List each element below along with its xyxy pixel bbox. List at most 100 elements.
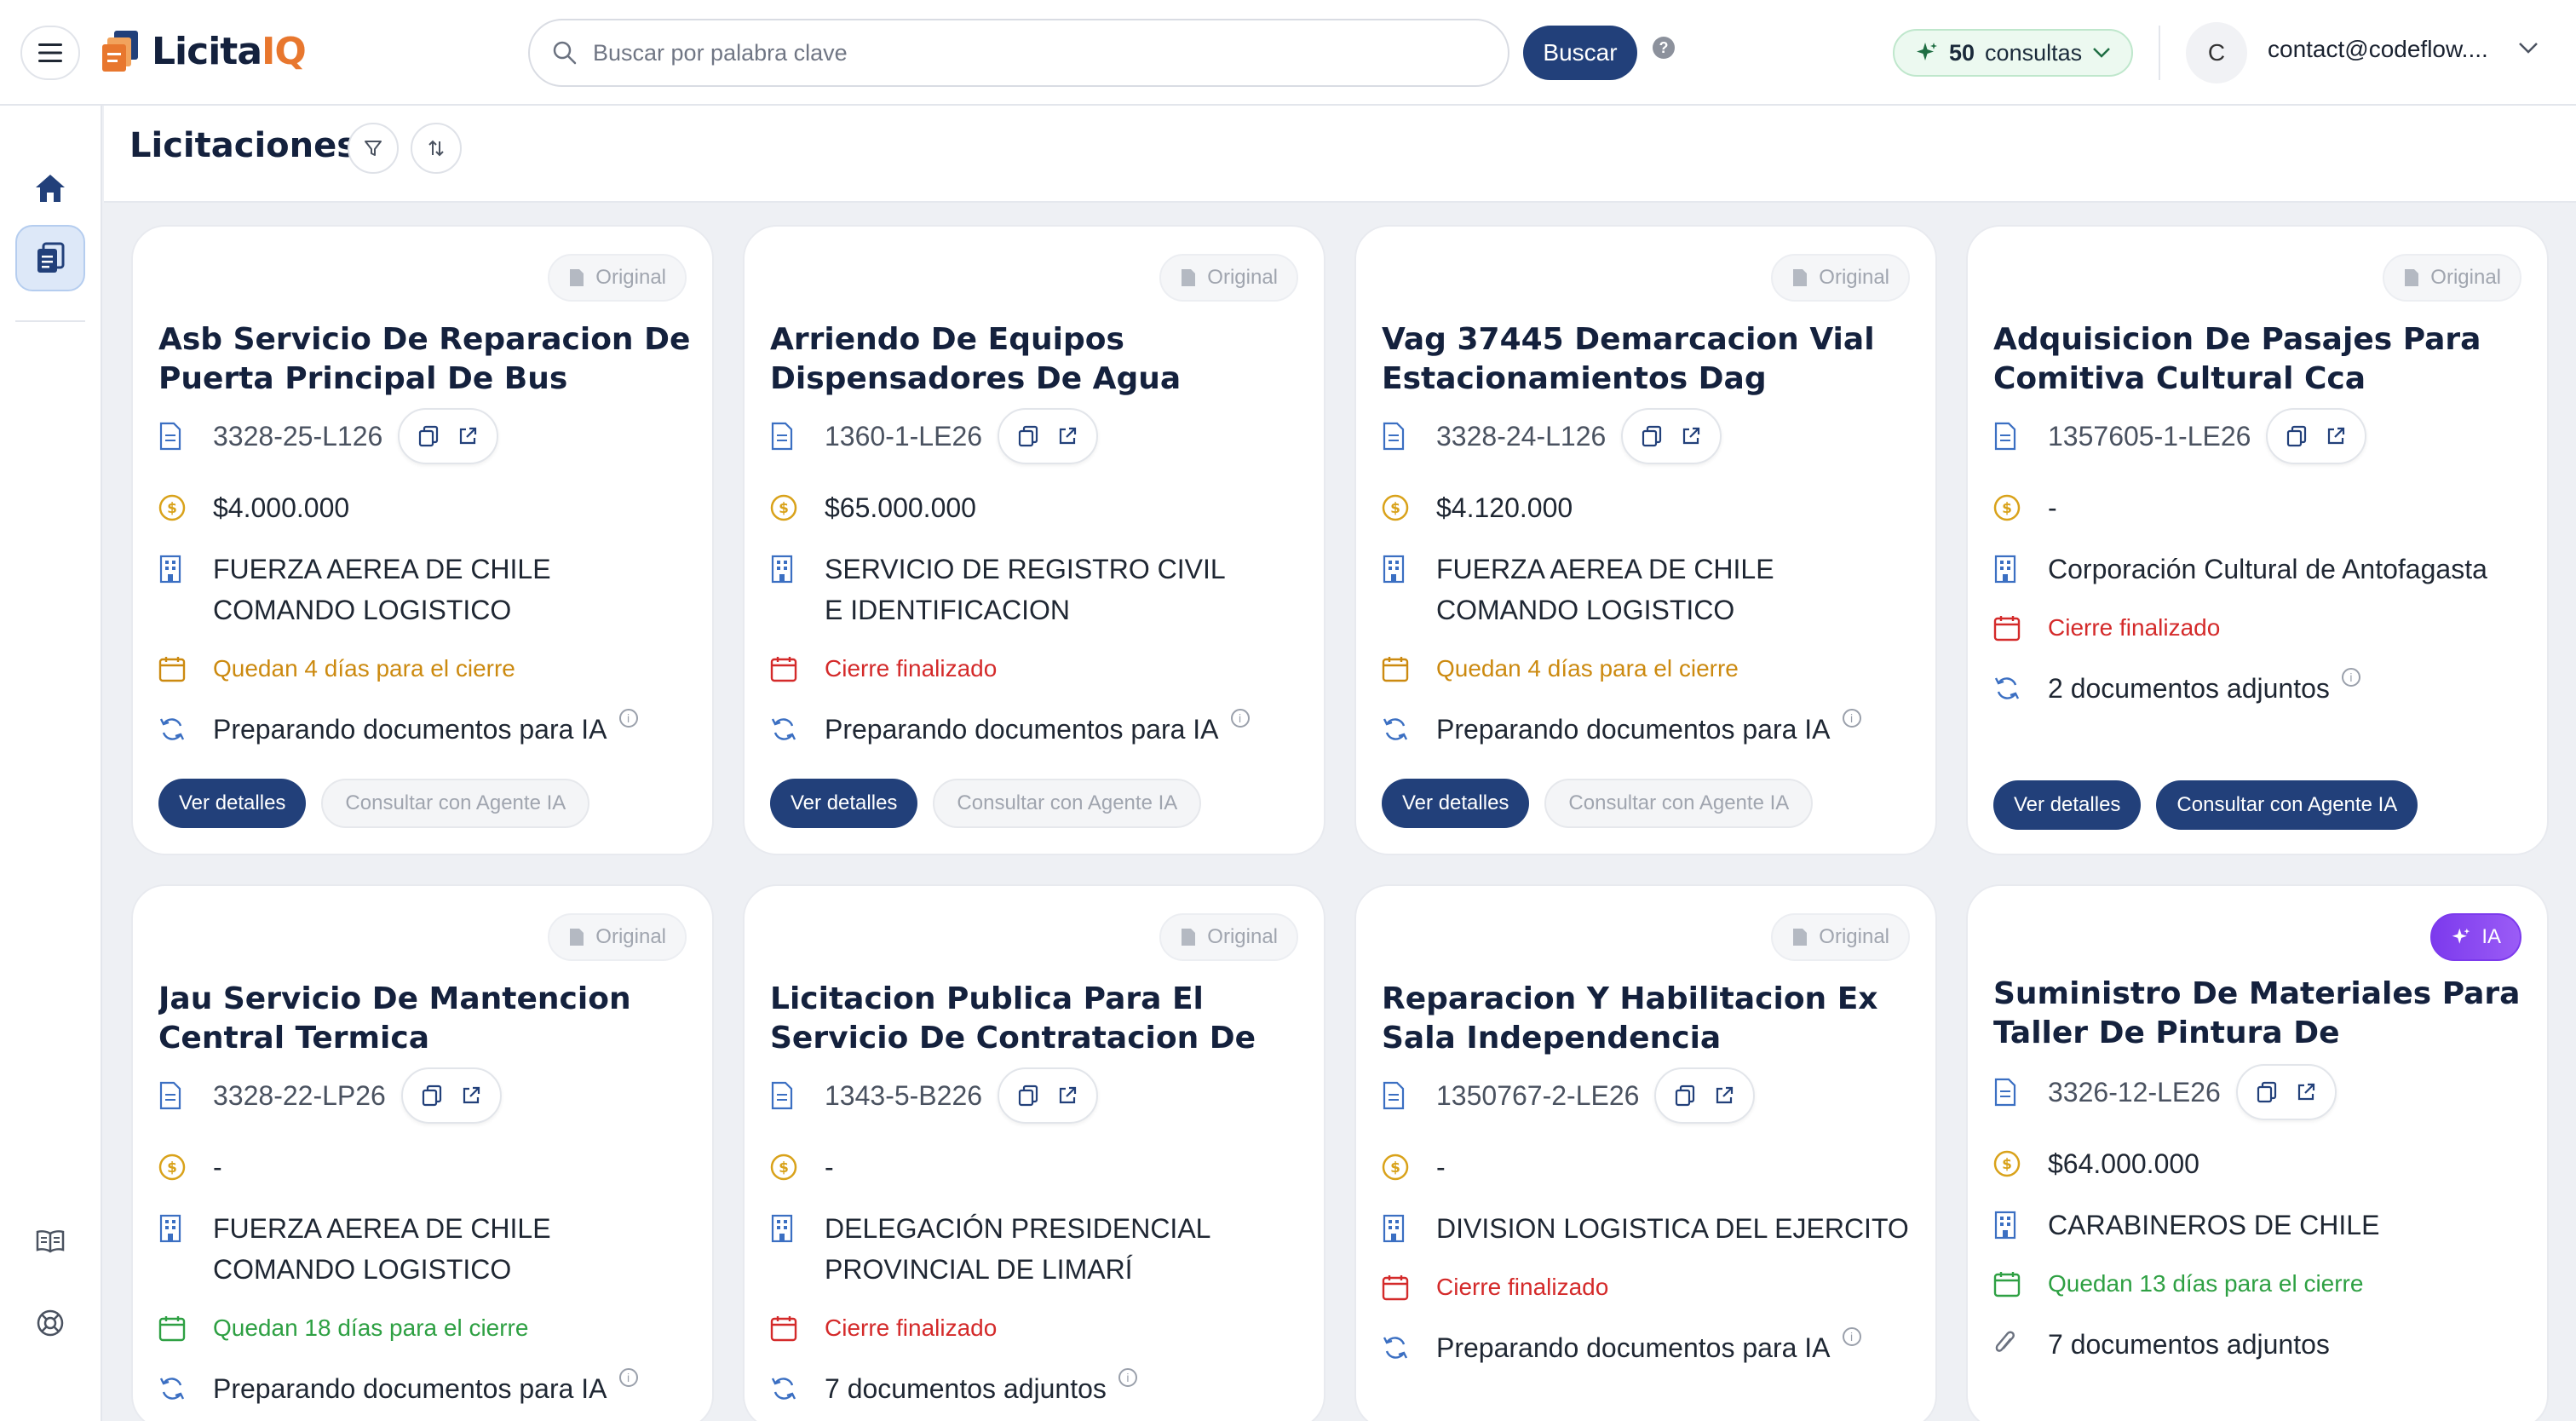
consult-agent-button[interactable]: Consultar con Agente IA bbox=[933, 779, 1202, 828]
tender-docs-status: Preparando documentos para IA bbox=[825, 714, 1219, 745]
tender-deadline: Quedan 4 días para el cierre bbox=[213, 655, 515, 682]
tender-title[interactable]: Jau Servicio De Mantencion Central Termi… bbox=[158, 980, 695, 1058]
consult-agent-button[interactable]: Consultar con Agente IA bbox=[1544, 779, 1814, 828]
tender-title[interactable]: Asb Servicio De Reparacion De Puerta Pri… bbox=[158, 320, 695, 399]
filter-button[interactable] bbox=[348, 123, 399, 174]
chevron-down-icon[interactable] bbox=[2518, 41, 2539, 55]
consult-agent-button[interactable]: Consultar con Agente IA bbox=[2156, 780, 2418, 830]
amount-row: $ $4.120.000 bbox=[1382, 487, 1573, 528]
tender-title[interactable]: Adquisicion De Pasajes Para Comitiva Cul… bbox=[1993, 320, 2530, 399]
tender-title[interactable]: Arriendo De Equipos Dispensadores De Agu… bbox=[770, 320, 1307, 399]
docs-row: Preparando documentos para IA i bbox=[158, 709, 638, 750]
user-email[interactable]: contact@codeflow.... bbox=[2268, 36, 2488, 63]
info-icon[interactable]: i bbox=[1230, 709, 1250, 728]
document-icon bbox=[1793, 929, 1808, 946]
info-icon[interactable]: i bbox=[1842, 1327, 1861, 1346]
tender-org: FUERZA AEREA DE CHILE COMANDO LOGISTICO bbox=[213, 554, 551, 625]
view-details-button[interactable]: Ver detalles bbox=[158, 779, 307, 828]
search-button[interactable]: Buscar bbox=[1523, 26, 1637, 80]
amount-row: $ - bbox=[1382, 1147, 1446, 1188]
copy-icon[interactable] bbox=[2286, 425, 2307, 447]
amount-row: $ - bbox=[158, 1147, 222, 1188]
card-actions: Ver detalles Consultar con Agente IA bbox=[1382, 779, 1814, 828]
deadline-row: Quedan 13 días para el cierre bbox=[1993, 1266, 2363, 1302]
tender-card[interactable]: Original Vag 37445 Demarcacion Vial Esta… bbox=[1354, 225, 1937, 855]
external-link-icon[interactable] bbox=[1057, 426, 1078, 446]
sort-button[interactable] bbox=[411, 123, 462, 174]
external-link-icon[interactable] bbox=[2326, 426, 2346, 446]
search-input[interactable] bbox=[593, 39, 1445, 66]
tender-card[interactable]: IA Suministro De Materiales Para Taller … bbox=[1966, 884, 2549, 1421]
building-icon bbox=[1383, 1214, 1405, 1243]
tender-docs-status: 2 documentos adjuntos bbox=[2048, 673, 2330, 704]
info-icon[interactable]: i bbox=[2341, 668, 2360, 687]
tender-title[interactable]: Suministro De Materiales Para Taller De … bbox=[1993, 975, 2530, 1053]
external-link-icon[interactable] bbox=[461, 1085, 481, 1106]
org-row: FUERZA AEREA DE CHILE COMANDO LOGISTICO bbox=[158, 1208, 635, 1290]
copy-icon[interactable] bbox=[2257, 1081, 2277, 1103]
copy-icon[interactable] bbox=[1642, 425, 1662, 447]
copy-icon[interactable] bbox=[1018, 425, 1038, 447]
tender-id-row: 1357605-1-LE26 bbox=[1993, 408, 2367, 464]
copy-icon[interactable] bbox=[418, 425, 439, 447]
external-link-icon[interactable] bbox=[2296, 1082, 2316, 1102]
copy-icon[interactable] bbox=[1018, 1084, 1038, 1107]
document-icon bbox=[771, 1081, 793, 1110]
view-details-button[interactable]: Ver detalles bbox=[770, 779, 918, 828]
help-icon[interactable]: ? bbox=[1653, 37, 1675, 59]
header-divider bbox=[2159, 26, 2160, 80]
sidebar-item-docs[interactable] bbox=[15, 1208, 85, 1274]
info-icon[interactable]: i bbox=[618, 1368, 638, 1387]
view-details-button[interactable]: Ver detalles bbox=[1382, 779, 1530, 828]
page-title: Licitaciones bbox=[129, 126, 358, 165]
tender-card[interactable]: Original Licitacion Publica Para El Serv… bbox=[743, 884, 1325, 1421]
docs-row: Preparando documentos para IA i bbox=[1382, 709, 1861, 750]
dollar-icon: $ bbox=[158, 494, 186, 521]
tender-deadline: Quedan 13 días para el cierre bbox=[2048, 1270, 2364, 1297]
info-icon[interactable]: i bbox=[1842, 709, 1861, 728]
refresh-icon bbox=[1994, 677, 2020, 699]
copy-icon[interactable] bbox=[422, 1084, 442, 1107]
sidebar-item-licitaciones[interactable] bbox=[15, 225, 85, 291]
external-link-icon[interactable] bbox=[1681, 426, 1701, 446]
external-link-icon[interactable] bbox=[1714, 1085, 1734, 1106]
sidebar-item-home[interactable] bbox=[15, 155, 85, 221]
credits-dropdown[interactable]: 50 consultas bbox=[1893, 29, 2134, 77]
tender-amount: $64.000.000 bbox=[2048, 1148, 2199, 1179]
sidebar-item-support[interactable] bbox=[15, 1290, 85, 1356]
tender-card[interactable]: Original Arriendo De Equipos Dispensador… bbox=[743, 225, 1325, 855]
copy-icon[interactable] bbox=[1675, 1084, 1695, 1107]
svg-text:$: $ bbox=[1390, 1159, 1400, 1176]
tender-title[interactable]: Vag 37445 Demarcacion Vial Estacionamien… bbox=[1382, 320, 1918, 399]
refresh-icon bbox=[159, 1378, 185, 1400]
document-icon bbox=[1182, 269, 1196, 286]
external-link-icon[interactable] bbox=[457, 426, 478, 446]
tender-card[interactable]: Original Reparacion Y Habilitacion Ex Sa… bbox=[1354, 884, 1937, 1421]
view-details-button[interactable]: Ver detalles bbox=[1993, 780, 2142, 830]
info-icon[interactable]: i bbox=[618, 709, 638, 728]
tender-card[interactable]: Original Adquisicion De Pasajes Para Com… bbox=[1966, 225, 2549, 855]
tender-title[interactable]: Reparacion Y Habilitacion Ex Sala Indepe… bbox=[1382, 980, 1918, 1058]
sidebar-divider bbox=[15, 320, 85, 322]
tender-card[interactable]: Original Jau Servicio De Mantencion Cent… bbox=[131, 884, 714, 1421]
avatar[interactable]: C bbox=[2186, 22, 2247, 83]
refresh-icon bbox=[771, 1378, 796, 1400]
menu-button[interactable] bbox=[20, 26, 80, 80]
tender-id-row: 1360-1-LE26 bbox=[770, 408, 1099, 464]
dollar-icon: $ bbox=[158, 1153, 186, 1181]
card-actions: Ver detalles Consultar con Agente IA bbox=[1993, 780, 2418, 830]
dollar-icon: $ bbox=[770, 1153, 797, 1181]
search-box[interactable] bbox=[528, 19, 1509, 87]
info-icon[interactable]: i bbox=[1118, 1368, 1137, 1387]
tender-amount: - bbox=[1436, 1152, 1446, 1182]
tender-title[interactable]: Licitacion Publica Para El Servicio De C… bbox=[770, 980, 1307, 1058]
logo[interactable]: LicitaIQ bbox=[102, 29, 307, 73]
refresh-icon bbox=[159, 718, 185, 740]
document-icon bbox=[1994, 1078, 2016, 1107]
book-icon bbox=[36, 1230, 65, 1253]
original-badge: Original bbox=[2383, 254, 2521, 302]
tender-card[interactable]: Original Asb Servicio De Reparacion De P… bbox=[131, 225, 714, 855]
docs-row: 7 documentos adjuntos i bbox=[770, 1368, 1137, 1409]
consult-agent-button[interactable]: Consultar con Agente IA bbox=[321, 779, 590, 828]
external-link-icon[interactable] bbox=[1057, 1085, 1078, 1106]
